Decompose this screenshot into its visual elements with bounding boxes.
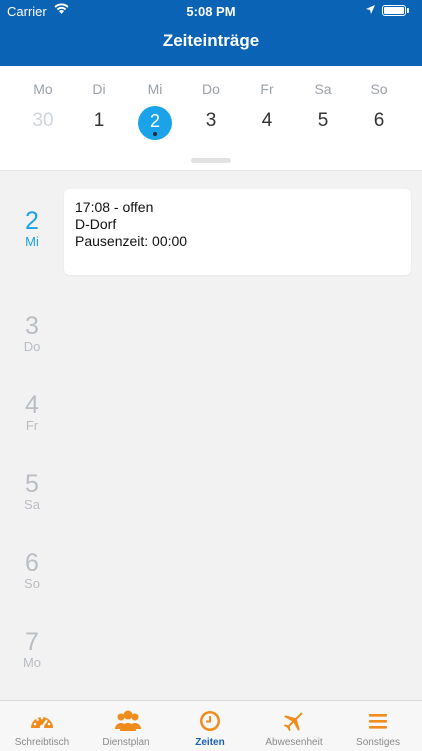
clock-icon [198, 709, 222, 733]
date-number: 4 [261, 110, 273, 131]
day-label-fri[interactable]: 4 Fr [0, 392, 64, 434]
tab-label: Sonstiges [356, 737, 400, 748]
day-abbr: Do [23, 339, 41, 354]
date-number: 2 [149, 111, 160, 131]
weekday-label: Sa [314, 81, 332, 97]
day-abbr: Fr [25, 418, 39, 433]
day-number: 2 [25, 207, 39, 235]
tab-abwesenheit[interactable]: Abwesenheit [252, 701, 336, 751]
weekday-label: Do [202, 81, 220, 97]
selected-date[interactable]: 2 [138, 106, 172, 140]
battery-tip [407, 8, 409, 13]
day-number: 4 [25, 391, 39, 419]
day-abbr: So [24, 576, 40, 591]
day-number: 6 [25, 549, 39, 577]
day-label-wed[interactable]: 2 Mi [0, 208, 64, 250]
day-label-sun[interactable]: 6 So [0, 550, 64, 592]
day-abbr: Mi [25, 234, 39, 249]
date-number: 30 [32, 110, 54, 131]
battery-icon [382, 5, 406, 16]
menu-icon [366, 709, 390, 733]
drag-handle[interactable] [191, 158, 231, 163]
app-header: Carrier 5:08 PM Zeiteinträge [0, 0, 422, 66]
tab-label: Abwesenheit [265, 737, 323, 748]
airplane-icon [282, 709, 306, 733]
tab-label: Schreibtisch [14, 737, 70, 748]
day-label-sat[interactable]: 5 Sa [0, 471, 64, 513]
day-number: 7 [25, 628, 39, 656]
date-number: 1 [93, 110, 105, 131]
speedometer-icon [30, 709, 54, 733]
date-number: 5 [317, 110, 329, 131]
day-abbr: Sa [24, 497, 40, 512]
tab-sonstiges[interactable]: Sonstiges [336, 701, 420, 751]
tab-bar: Schreibtisch Dienstplan Zeiten Abwesenhe… [0, 700, 422, 751]
tab-label: Zeiten [195, 737, 225, 748]
weekday-label: Fr [260, 81, 274, 97]
entry-time: 17:08 - offen [75, 199, 154, 215]
date-number: 3 [205, 110, 217, 131]
status-time: 5:08 PM [186, 4, 236, 19]
day-number: 3 [25, 312, 39, 340]
week-strip: Mo 30 Di 1 Mi 2 Do 3 Fr 4 Sa 5 So 6 [0, 66, 422, 171]
tab-dienstplan[interactable]: Dienstplan [84, 701, 168, 751]
weekday-label: So [370, 81, 388, 97]
weekday-label: Mo [33, 81, 53, 97]
tab-label: Dienstplan [102, 737, 150, 748]
tab-schreibtisch[interactable]: Schreibtisch [0, 701, 84, 751]
entry-location: D-Dorf [75, 216, 117, 232]
day-label-thu[interactable]: 3 Do [0, 313, 64, 355]
status-bar: Carrier 5:08 PM [0, 0, 422, 22]
weekday-label: Mi [147, 81, 163, 97]
tab-zeiten[interactable]: Zeiten [168, 701, 252, 751]
entry-indicator-dot [153, 132, 157, 136]
weekday-label: Di [92, 81, 106, 97]
time-entry-card[interactable]: 17:08 - offen D-Dorf Pausenzeit: 00:00 [64, 189, 411, 275]
group-icon [114, 709, 141, 733]
page-title: Zeiteinträge [162, 31, 260, 50]
day-number: 5 [25, 470, 39, 498]
date-number: 6 [373, 110, 385, 131]
day-abbr: Mo [22, 655, 42, 670]
day-label-mon[interactable]: 7 Mo [0, 629, 64, 671]
entry-pause: Pausenzeit: 00:00 [75, 233, 188, 249]
location-arrow-icon [365, 3, 376, 18]
